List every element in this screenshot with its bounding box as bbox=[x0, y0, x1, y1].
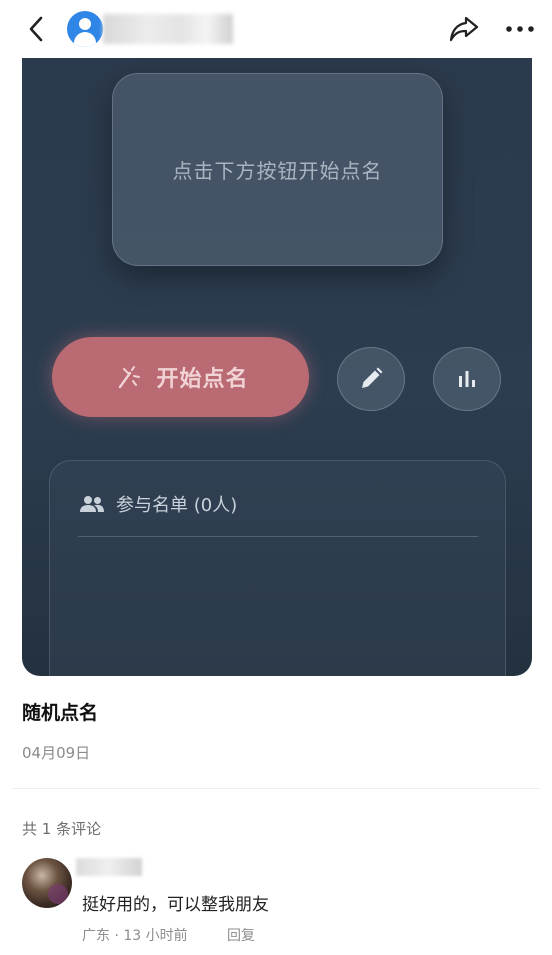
bar-chart-icon bbox=[459, 371, 475, 387]
share-icon bbox=[449, 16, 479, 42]
share-button[interactable] bbox=[446, 13, 482, 45]
start-rollcall-button[interactable]: 开始点名 bbox=[52, 337, 309, 417]
back-button[interactable] bbox=[22, 12, 52, 46]
participants-count-label: 参与名单 (0人) bbox=[116, 495, 238, 516]
pencil-icon bbox=[362, 367, 383, 388]
participants-header: 参与名单 (0人) bbox=[78, 491, 237, 517]
commenter-name-redacted[interactable] bbox=[76, 858, 142, 876]
panel-divider bbox=[78, 536, 478, 537]
comment-meta: 广东 · 13 小时前 bbox=[82, 928, 188, 944]
statistics-button[interactable] bbox=[433, 347, 501, 411]
name-display-box: 点击下方按钮开始点名 bbox=[112, 73, 443, 266]
post-title: 随机点名 bbox=[22, 702, 99, 724]
reply-button[interactable]: 回复 bbox=[227, 925, 255, 945]
start-button-label: 开始点名 bbox=[156, 367, 249, 392]
author-name-redacted[interactable] bbox=[103, 14, 233, 44]
edit-list-button[interactable] bbox=[337, 347, 405, 411]
comment-text: 挺好用的，可以整我朋友 bbox=[82, 895, 269, 915]
author-avatar[interactable] bbox=[67, 11, 103, 47]
magic-wand-icon bbox=[119, 366, 141, 389]
post-date: 04月09日 bbox=[22, 744, 91, 762]
more-button[interactable] bbox=[500, 13, 540, 45]
display-prompt: 点击下方按钮开始点名 bbox=[172, 159, 383, 183]
participants-panel: 参与名单 (0人) bbox=[49, 460, 506, 676]
section-divider bbox=[12, 788, 540, 789]
more-horizontal-icon bbox=[506, 26, 534, 32]
rollcall-app-card: 点击下方按钮开始点名 开始点名 参与名单 (0人) bbox=[22, 58, 532, 676]
top-bar bbox=[0, 0, 552, 58]
comment-count: 共 1 条评论 bbox=[22, 820, 102, 838]
commenter-avatar[interactable] bbox=[22, 858, 72, 908]
chevron-left-icon bbox=[29, 16, 43, 42]
people-icon bbox=[80, 496, 104, 512]
